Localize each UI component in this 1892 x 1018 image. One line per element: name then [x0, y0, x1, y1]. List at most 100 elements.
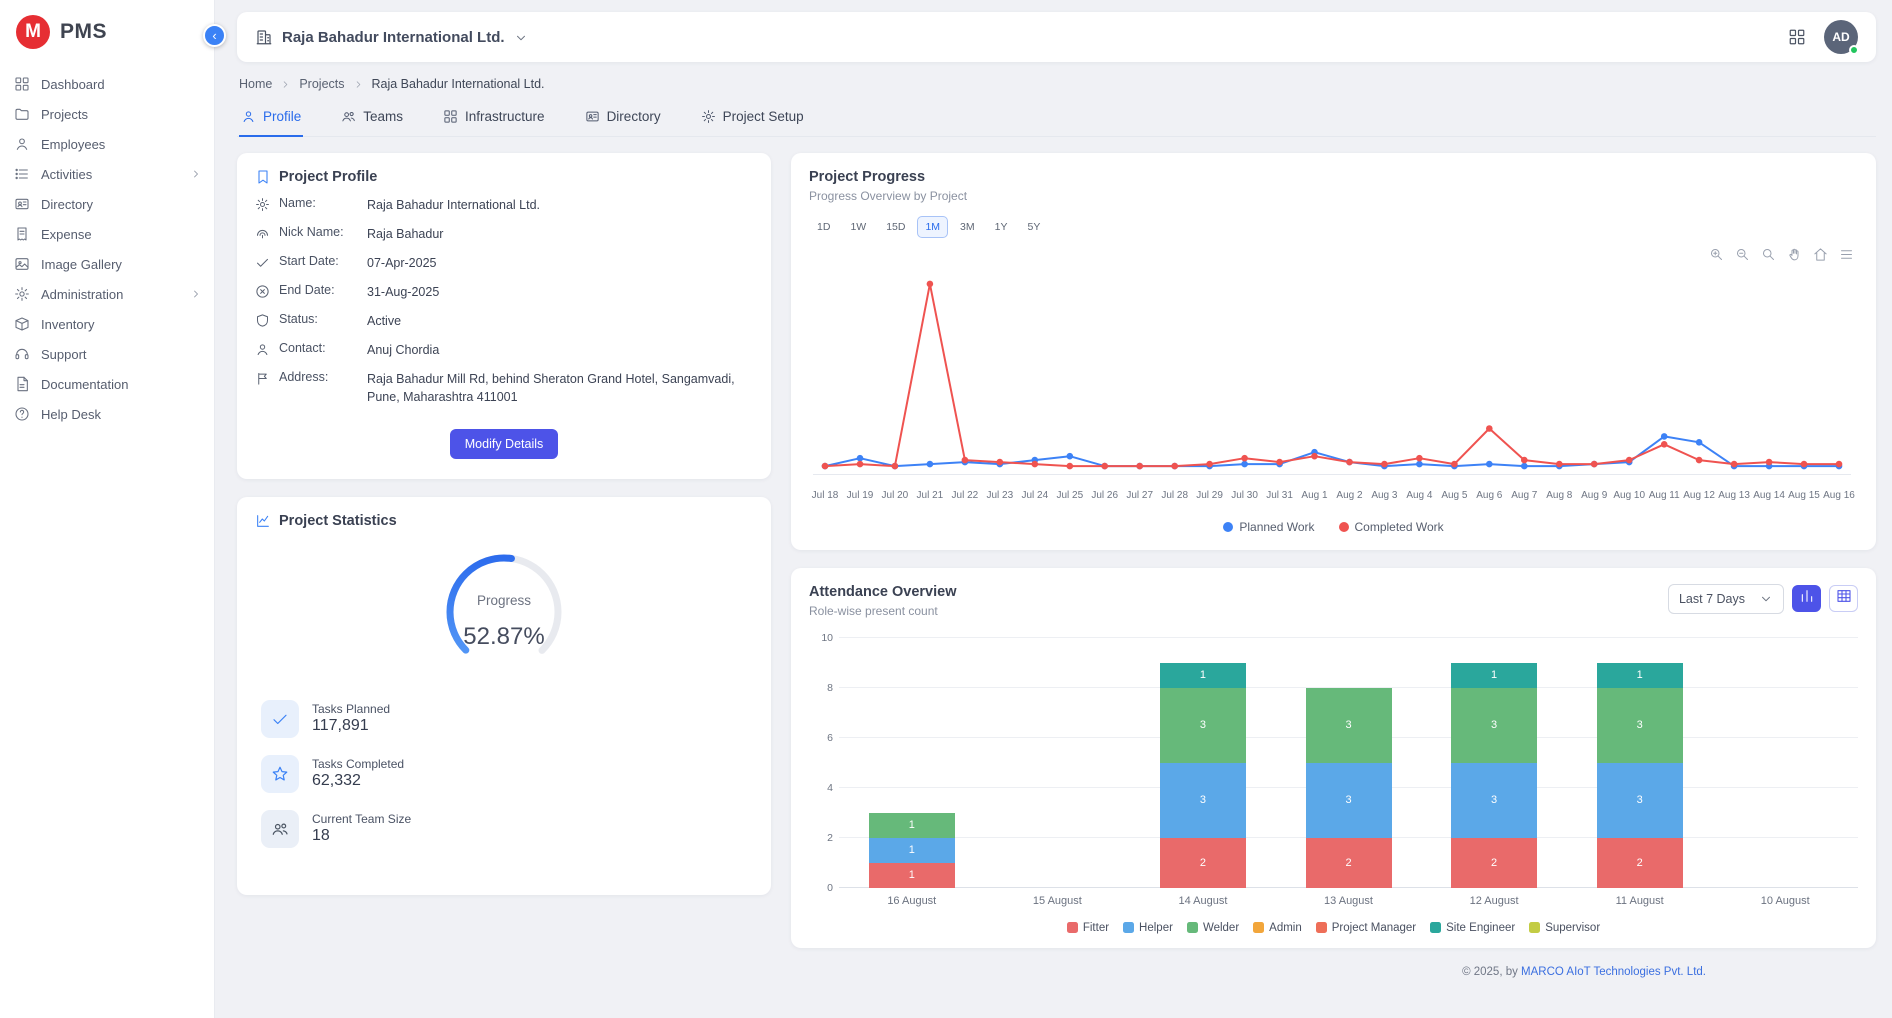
bar-14-august[interactable]: 2331: [1130, 638, 1276, 888]
company-selector[interactable]: Raja Bahadur International Ltd.: [255, 28, 528, 46]
segment-helper[interactable]: 3: [1160, 763, 1246, 838]
segment-welder[interactable]: 3: [1451, 688, 1537, 763]
bar-11-august[interactable]: 2331: [1567, 638, 1713, 888]
sidebar-item-projects[interactable]: Projects: [0, 99, 214, 129]
date-range-select[interactable]: Last 7 Days: [1668, 584, 1784, 614]
sidebar-item-label: Support: [41, 347, 87, 362]
expense-icon: [14, 226, 30, 242]
profile-field-start-date-: Start Date:07-Apr-2025: [255, 254, 753, 272]
segment-site-engineer[interactable]: 1: [1160, 663, 1246, 688]
modify-details-button[interactable]: Modify Details: [450, 429, 559, 459]
x-axis-label: 13 August: [1276, 895, 1422, 907]
range-button-3m[interactable]: 3M: [952, 216, 983, 238]
segment-helper[interactable]: 3: [1451, 763, 1537, 838]
sidebar-item-support[interactable]: Support: [0, 339, 214, 369]
image-icon: [14, 256, 30, 272]
legend-admin[interactable]: Admin: [1253, 922, 1302, 934]
segment-site-engineer[interactable]: 1: [1451, 663, 1537, 688]
segment-helper[interactable]: 3: [1597, 763, 1683, 838]
legend-fitter[interactable]: Fitter: [1067, 922, 1109, 934]
tab-project-setup[interactable]: Project Setup: [699, 99, 806, 136]
sidebar-item-directory[interactable]: Directory: [0, 189, 214, 219]
bar-chart[interactable]: 0246810111233123323312331 16 August15 Au…: [809, 638, 1858, 907]
x-axis-label: 11 August: [1567, 895, 1713, 907]
line-chart[interactable]: Jul 18Jul 19Jul 20Jul 21Jul 22Jul 23Jul …: [809, 262, 1855, 518]
tab-teams[interactable]: Teams: [339, 99, 405, 136]
logo[interactable]: M PMS: [0, 0, 214, 61]
sidebar-item-administration[interactable]: Administration: [0, 279, 214, 309]
sidebar-collapse-button[interactable]: ‹: [203, 24, 226, 47]
magnify-icon[interactable]: [1761, 247, 1776, 262]
svg-text:Jul 25: Jul 25: [1056, 490, 1083, 501]
segment-welder[interactable]: 3: [1597, 688, 1683, 763]
company-name: Raja Bahadur International Ltd.: [282, 29, 505, 46]
sidebar-item-activities[interactable]: Activities: [0, 159, 214, 189]
attendance-subtitle: Role-wise present count: [809, 604, 956, 618]
bar-10-august[interactable]: [1712, 638, 1858, 888]
field-value: Raja Bahadur Mill Rd, behind Sheraton Gr…: [367, 370, 747, 406]
sidebar-item-documentation[interactable]: Documentation: [0, 369, 214, 399]
gear-icon: [255, 197, 270, 212]
legend-planned-work[interactable]: Planned Work: [1223, 520, 1314, 534]
legend-completed-work[interactable]: Completed Work: [1339, 520, 1444, 534]
sidebar-item-label: Image Gallery: [41, 257, 122, 272]
range-button-5y[interactable]: 5Y: [1019, 216, 1048, 238]
sidebar-item-inventory[interactable]: Inventory: [0, 309, 214, 339]
segment-helper[interactable]: 3: [1306, 763, 1392, 838]
person-icon: [14, 136, 30, 152]
segment-fitter[interactable]: 2: [1451, 838, 1537, 888]
bar-16-august[interactable]: 111: [839, 638, 985, 888]
home-icon[interactable]: [1813, 247, 1828, 262]
menu-icon[interactable]: [1839, 247, 1854, 262]
bar-13-august[interactable]: 233: [1276, 638, 1422, 888]
segment-fitter[interactable]: 2: [1306, 838, 1392, 888]
tab-directory[interactable]: Directory: [583, 99, 663, 136]
svg-text:Aug 13: Aug 13: [1718, 490, 1750, 501]
legend-site-engineer[interactable]: Site Engineer: [1430, 922, 1515, 934]
field-value: Raja Bahadur: [367, 225, 443, 243]
range-button-15d[interactable]: 15D: [878, 216, 913, 238]
pan-icon[interactable]: [1787, 247, 1802, 262]
breadcrumb-item-home[interactable]: Home: [239, 77, 272, 91]
avatar[interactable]: AD: [1824, 20, 1858, 54]
segment-helper[interactable]: 1: [869, 838, 955, 863]
svg-text:Jul 29: Jul 29: [1196, 490, 1223, 501]
chart-view-toggle[interactable]: [1792, 585, 1821, 612]
breadcrumb-item-projects[interactable]: Projects: [299, 77, 344, 91]
tab-profile[interactable]: Profile: [239, 99, 303, 137]
footer: © 2025, by MARCO AIoT Technologies Pvt. …: [791, 966, 1876, 978]
segment-fitter[interactable]: 2: [1160, 838, 1246, 888]
legend-helper[interactable]: Helper: [1123, 922, 1173, 934]
segment-fitter[interactable]: 2: [1597, 838, 1683, 888]
legend-supervisor[interactable]: Supervisor: [1529, 922, 1600, 934]
company-link[interactable]: MARCO AIoT Technologies Pvt. Ltd.: [1521, 966, 1706, 978]
bar-12-august[interactable]: 2331: [1421, 638, 1567, 888]
segment-fitter[interactable]: 1: [869, 863, 955, 888]
sidebar-item-help-desk[interactable]: Help Desk: [0, 399, 214, 429]
sidebar-item-employees[interactable]: Employees: [0, 129, 214, 159]
tab-infrastructure[interactable]: Infrastructure: [441, 99, 547, 136]
field-label: End Date:: [255, 283, 367, 301]
zoom-in-icon[interactable]: [1709, 247, 1724, 262]
legend-swatch: [1123, 922, 1134, 933]
bar-15-august[interactable]: [985, 638, 1131, 888]
legend-project-manager[interactable]: Project Manager: [1316, 922, 1416, 934]
segment-welder[interactable]: 1: [869, 813, 955, 838]
range-button-1w[interactable]: 1W: [842, 216, 874, 238]
sidebar-item-expense[interactable]: Expense: [0, 219, 214, 249]
range-button-1d[interactable]: 1D: [809, 216, 838, 238]
field-label: Name:: [255, 196, 367, 214]
legend-welder[interactable]: Welder: [1187, 922, 1239, 934]
zoom-out-icon[interactable]: [1735, 247, 1750, 262]
range-button-1m[interactable]: 1M: [917, 216, 948, 238]
svg-text:Aug 5: Aug 5: [1441, 490, 1468, 501]
sidebar-item-dashboard[interactable]: Dashboard: [0, 69, 214, 99]
segment-welder[interactable]: 3: [1306, 688, 1392, 763]
range-button-1y[interactable]: 1Y: [987, 216, 1016, 238]
tab-bar: Profile Teams Infrastructure Directory Proje…: [237, 99, 1876, 137]
table-view-toggle[interactable]: [1829, 585, 1858, 612]
segment-welder[interactable]: 3: [1160, 688, 1246, 763]
sidebar-item-image-gallery[interactable]: Image Gallery: [0, 249, 214, 279]
segment-site-engineer[interactable]: 1: [1597, 663, 1683, 688]
apps-grid-icon[interactable]: [1788, 28, 1806, 46]
